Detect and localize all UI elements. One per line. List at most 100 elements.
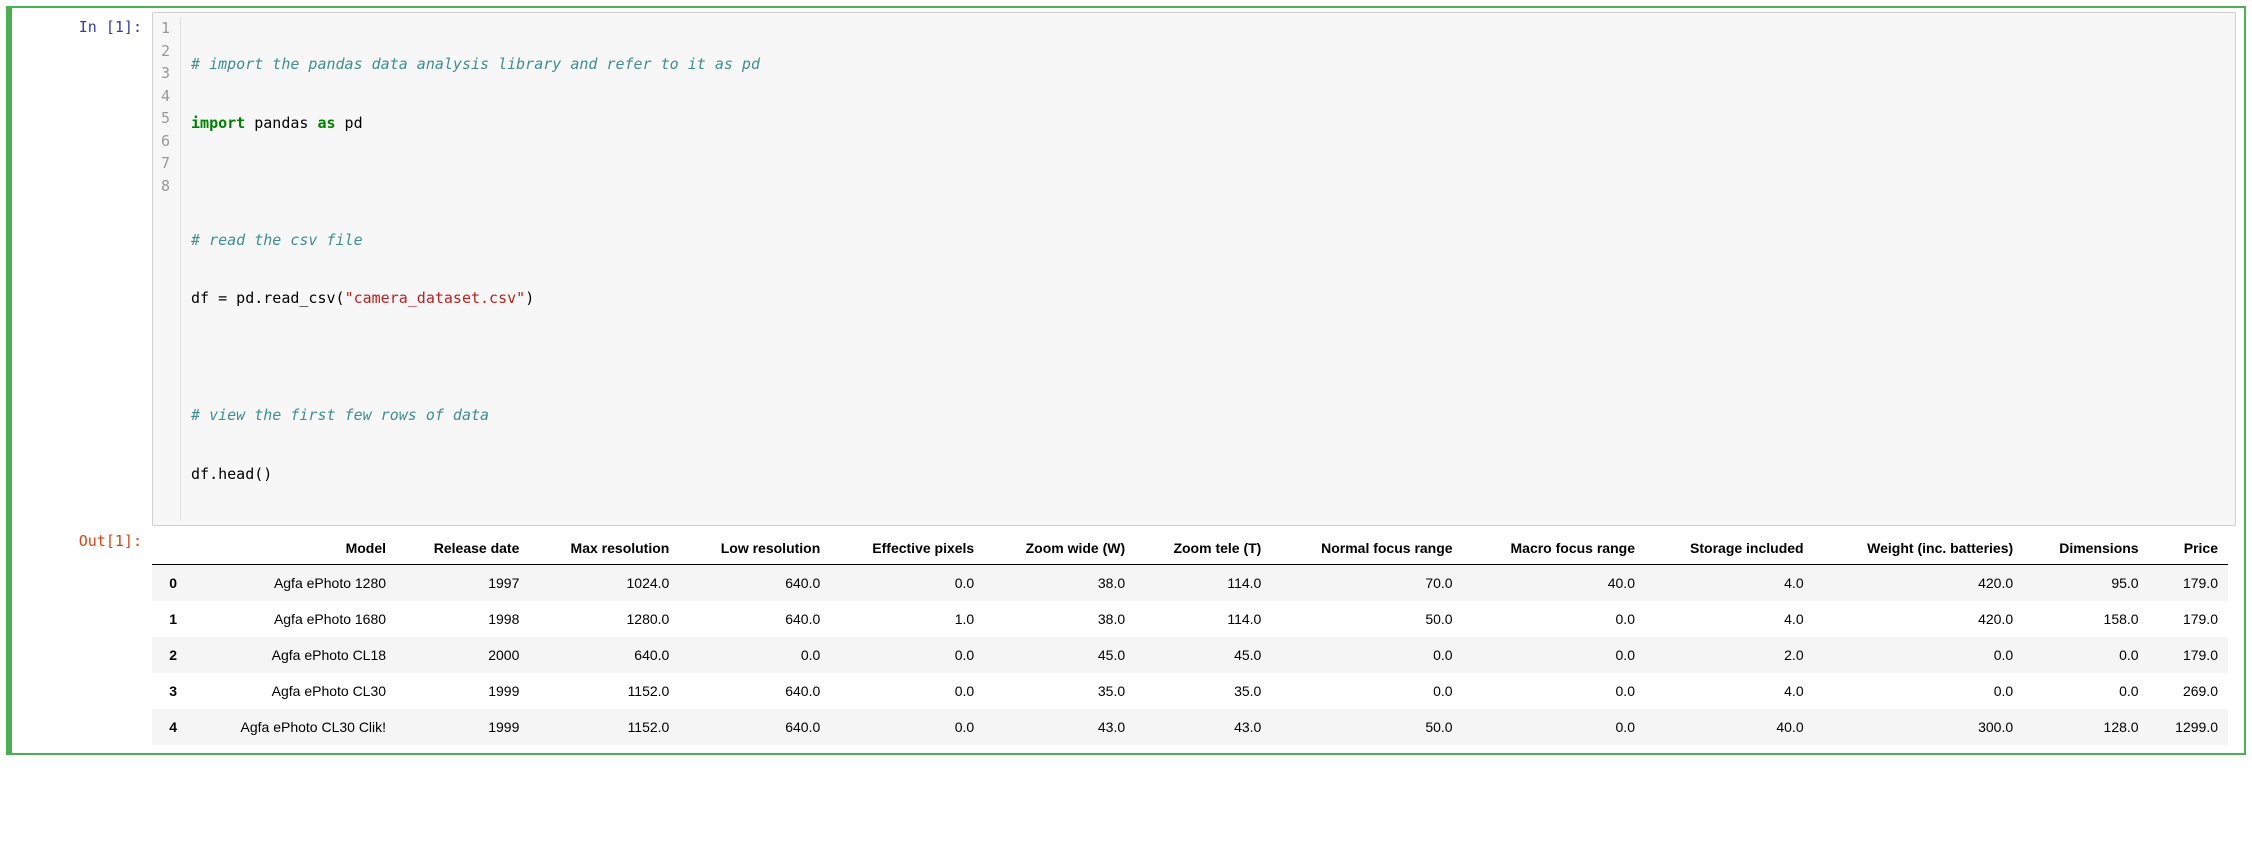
table-row: 2 Agfa ePhoto CL18 2000 640.0 0.0 0.0 45… xyxy=(152,637,2228,673)
row-index: 4 xyxy=(152,709,187,745)
cell: 1999 xyxy=(396,673,529,709)
cell: 38.0 xyxy=(984,565,1135,602)
col-header: Effective pixels xyxy=(830,532,984,565)
row-index: 2 xyxy=(152,637,187,673)
cell: 95.0 xyxy=(2023,565,2148,602)
row-index: 3 xyxy=(152,673,187,709)
cell: 1024.0 xyxy=(529,565,679,602)
cell: 0.0 xyxy=(830,637,984,673)
table-row: 4 Agfa ePhoto CL30 Clik! 1999 1152.0 640… xyxy=(152,709,2228,745)
col-header: Zoom tele (T) xyxy=(1135,532,1271,565)
input-row: In [1]: 1 2 3 4 5 6 7 8 # import the pan… xyxy=(12,12,2236,526)
cell: 640.0 xyxy=(679,565,830,602)
cell: 4.0 xyxy=(1645,673,1814,709)
gutter-line: 1 xyxy=(161,17,170,40)
cell: Agfa ePhoto 1280 xyxy=(187,565,396,602)
cell: 1152.0 xyxy=(529,709,679,745)
cell: 0.0 xyxy=(1463,637,1645,673)
col-header: Release date xyxy=(396,532,529,565)
col-header: Normal focus range xyxy=(1271,532,1462,565)
cell: 179.0 xyxy=(2149,637,2228,673)
col-header: Weight (inc. batteries) xyxy=(1814,532,2024,565)
table-row: 3 Agfa ePhoto CL30 1999 1152.0 640.0 0.0… xyxy=(152,673,2228,709)
cell: 1997 xyxy=(396,565,529,602)
cell: 0.0 xyxy=(830,565,984,602)
col-header: Macro focus range xyxy=(1463,532,1645,565)
code-line[interactable]: # read the csv file xyxy=(191,229,760,252)
cell: 1152.0 xyxy=(529,673,679,709)
gutter-line: 3 xyxy=(161,62,170,85)
dataframe-table: Model Release date Max resolution Low re… xyxy=(152,532,2228,745)
output-area: Model Release date Max resolution Low re… xyxy=(152,526,2236,745)
cell: 158.0 xyxy=(2023,601,2148,637)
code-line[interactable]: # view the first few rows of data xyxy=(191,404,760,427)
gutter-line: 8 xyxy=(161,175,170,198)
col-header: Dimensions xyxy=(2023,532,2148,565)
cell: 0.0 xyxy=(1814,637,2024,673)
cell: 0.0 xyxy=(1271,637,1462,673)
cell: Agfa ePhoto 1680 xyxy=(187,601,396,637)
cell: 40.0 xyxy=(1463,565,1645,602)
cell: 0.0 xyxy=(830,673,984,709)
cell: 420.0 xyxy=(1814,565,2024,602)
cell: 50.0 xyxy=(1271,601,1462,637)
gutter-line: 4 xyxy=(161,85,170,108)
code-line[interactable]: import pandas as pd xyxy=(191,112,760,135)
input-body: 1 2 3 4 5 6 7 8 # import the pandas data… xyxy=(152,12,2236,526)
row-index: 0 xyxy=(152,565,187,602)
code-line[interactable]: df = pd.read_csv("camera_dataset.csv") xyxy=(191,287,760,310)
cell: 1998 xyxy=(396,601,529,637)
col-header: Model xyxy=(187,532,396,565)
cell: 4.0 xyxy=(1645,565,1814,602)
code-line[interactable]: # import the pandas data analysis librar… xyxy=(191,53,760,76)
code-line[interactable] xyxy=(191,170,760,193)
cell: 1299.0 xyxy=(2149,709,2228,745)
table-row: 0 Agfa ePhoto 1280 1997 1024.0 640.0 0.0… xyxy=(152,565,2228,602)
cell: 4.0 xyxy=(1645,601,1814,637)
cell: 0.0 xyxy=(2023,673,2148,709)
cell: 50.0 xyxy=(1271,709,1462,745)
cell: 1.0 xyxy=(830,601,984,637)
gutter-line: 2 xyxy=(161,40,170,63)
col-header: Max resolution xyxy=(529,532,679,565)
cell: 2000 xyxy=(396,637,529,673)
table-head: Model Release date Max resolution Low re… xyxy=(152,532,2228,565)
cell: 269.0 xyxy=(2149,673,2228,709)
cell: 0.0 xyxy=(1463,673,1645,709)
cell: 0.0 xyxy=(1814,673,2024,709)
cell: Agfa ePhoto CL30 Clik! xyxy=(187,709,396,745)
col-header: Low resolution xyxy=(679,532,830,565)
cell: 38.0 xyxy=(984,601,1135,637)
cell: 35.0 xyxy=(1135,673,1271,709)
cell: 70.0 xyxy=(1271,565,1462,602)
cell: 300.0 xyxy=(1814,709,2024,745)
cell: 43.0 xyxy=(1135,709,1271,745)
cell: 0.0 xyxy=(1271,673,1462,709)
output-prompt: Out[1]: xyxy=(12,526,152,745)
output-body: Model Release date Max resolution Low re… xyxy=(152,526,2236,745)
col-header: Price xyxy=(2149,532,2228,565)
output-row: Out[1]: Model Release date Max resolutio… xyxy=(12,526,2236,745)
cell: 43.0 xyxy=(984,709,1135,745)
gutter-line: 5 xyxy=(161,107,170,130)
cell: 128.0 xyxy=(2023,709,2148,745)
code-line[interactable] xyxy=(191,346,760,369)
cell: 0.0 xyxy=(830,709,984,745)
cell: Agfa ePhoto CL30 xyxy=(187,673,396,709)
col-header: Zoom wide (W) xyxy=(984,532,1135,565)
input-prompt: In [1]: xyxy=(12,12,152,526)
row-index: 1 xyxy=(152,601,187,637)
code-area[interactable]: # import the pandas data analysis librar… xyxy=(181,17,770,521)
code-line[interactable]: df.head() xyxy=(191,463,760,486)
code-input[interactable]: 1 2 3 4 5 6 7 8 # import the pandas data… xyxy=(152,12,2236,526)
table-row: 1 Agfa ePhoto 1680 1998 1280.0 640.0 1.0… xyxy=(152,601,2228,637)
cell: 0.0 xyxy=(1463,709,1645,745)
cell: Agfa ePhoto CL18 xyxy=(187,637,396,673)
table-body: 0 Agfa ePhoto 1280 1997 1024.0 640.0 0.0… xyxy=(152,565,2228,746)
gutter-line: 7 xyxy=(161,152,170,175)
cell: 45.0 xyxy=(984,637,1135,673)
cell: 114.0 xyxy=(1135,601,1271,637)
cell: 640.0 xyxy=(679,673,830,709)
cell: 1999 xyxy=(396,709,529,745)
cell: 40.0 xyxy=(1645,709,1814,745)
